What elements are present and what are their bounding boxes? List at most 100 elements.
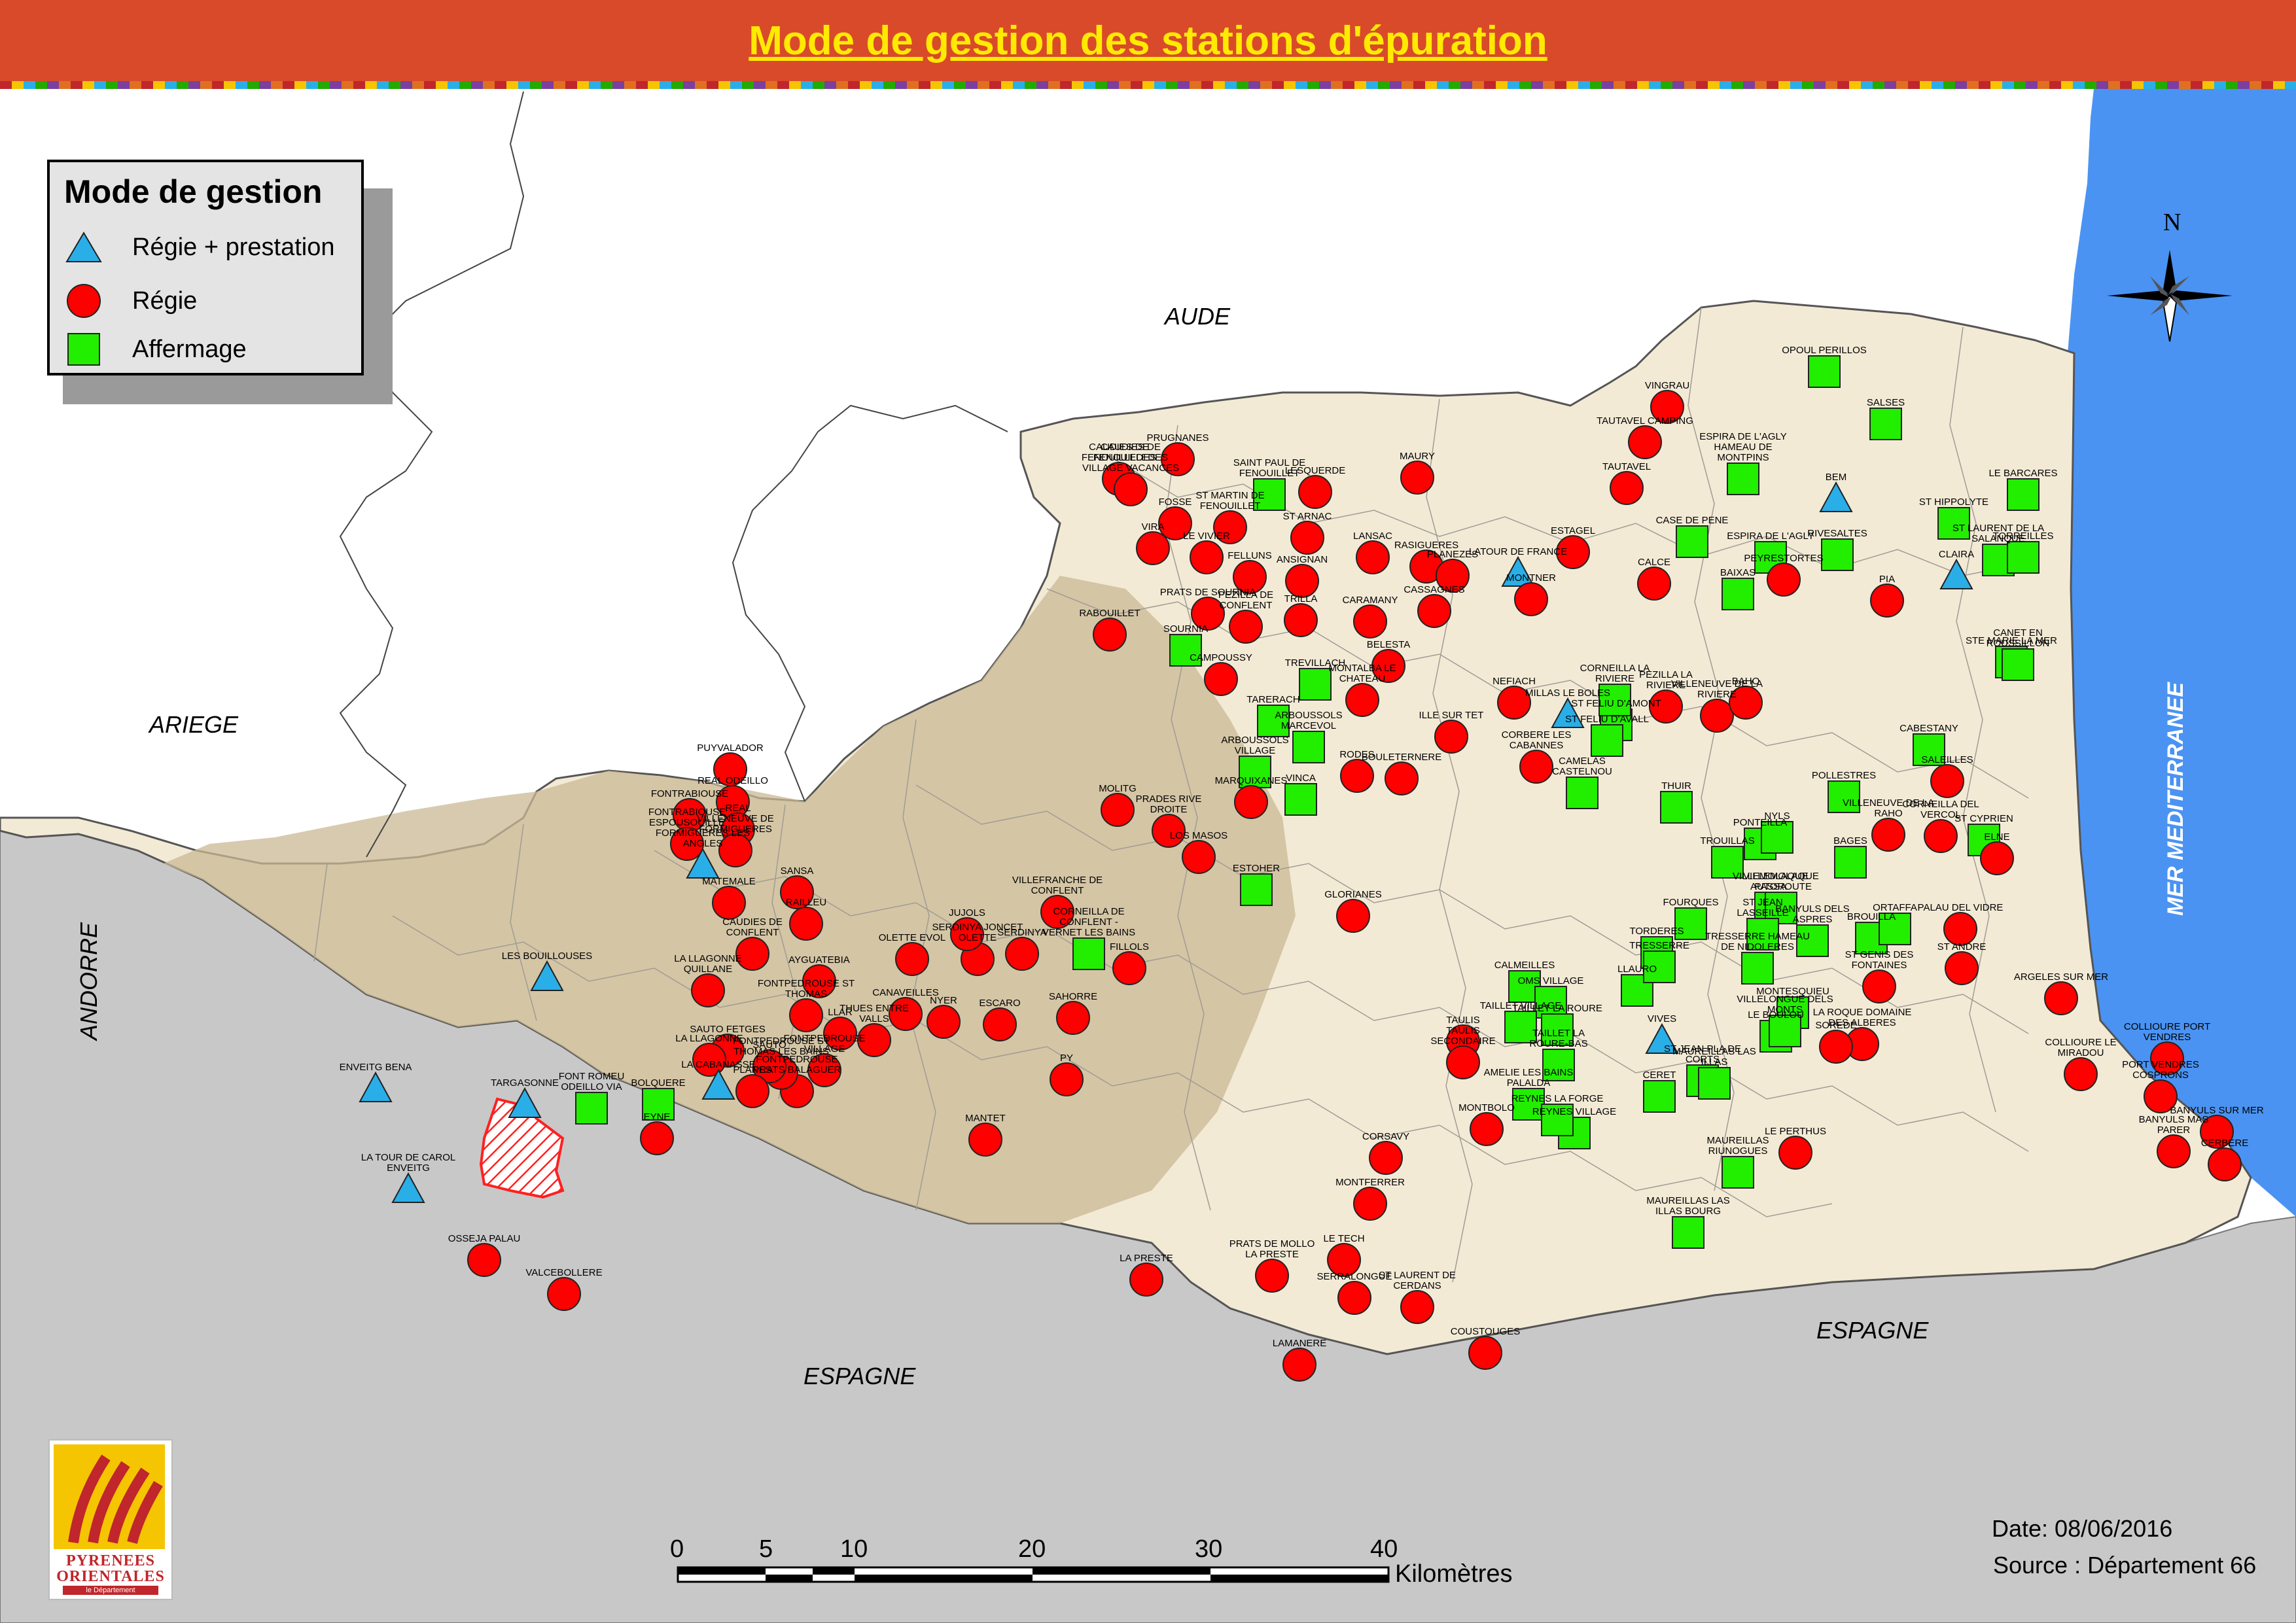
station-label-mantet: MANTET	[965, 1113, 1006, 1124]
station-marker-villeneuve-de-la-raho[interactable]	[1871, 818, 1905, 852]
station-marker-marquixanes[interactable]	[1234, 785, 1268, 819]
station-label-ille-sur-tet: ILLE SUR TET	[1419, 710, 1484, 721]
station-marker-cerbere[interactable]	[2208, 1147, 2242, 1181]
station-marker-st-andre[interactable]	[1945, 951, 1979, 985]
station-marker-elne[interactable]	[1980, 841, 2014, 875]
station-marker-montbolo[interactable]	[1470, 1112, 1504, 1146]
station-marker-saleilles[interactable]	[1930, 764, 1964, 798]
station-marker-case-de-pene[interactable]	[1676, 525, 1708, 558]
station-marker-la-llagonne-quillane[interactable]	[691, 973, 725, 1007]
station-marker-corbere-les-cabannes[interactable]	[1519, 750, 1553, 784]
station-marker-font-romeu-odeillo-via[interactable]	[575, 1092, 608, 1125]
station-marker-maureillas-las-illas-bourg[interactable]	[1672, 1216, 1704, 1249]
station-marker-los-masos[interactable]	[1182, 840, 1216, 874]
station-marker-py[interactable]	[1050, 1062, 1084, 1096]
station-marker-tautavel[interactable]	[1610, 471, 1644, 505]
station-marker-st-arnac[interactable]	[1290, 521, 1324, 555]
station-marker-maureillas-las-illas[interactable]	[1698, 1067, 1731, 1100]
station-label-fosse: FOSSE	[1159, 497, 1192, 508]
station-marker-trevillach[interactable]	[1299, 668, 1332, 701]
station-marker-palau-del-vidre[interactable]	[1943, 912, 1977, 946]
station-marker-villeneuve-de-la-riviere[interactable]	[1700, 699, 1734, 733]
station-marker-arboussols-marcevol[interactable]	[1292, 731, 1325, 763]
station-marker-montferrer[interactable]	[1353, 1187, 1387, 1221]
station-marker-ansignan[interactable]	[1285, 564, 1319, 598]
station-marker-rodes[interactable]	[1340, 759, 1374, 793]
station-marker-ille-sur-tet[interactable]	[1434, 720, 1468, 754]
station-marker-eyne[interactable]	[640, 1121, 674, 1155]
station-marker-campoussy[interactable]	[1204, 662, 1238, 696]
station-marker-opoul-perillos[interactable]	[1808, 355, 1841, 388]
station-marker-montalba-le-chateau[interactable]	[1345, 683, 1379, 717]
station-marker-matemale[interactable]	[712, 886, 746, 920]
station-marker-glorianes[interactable]	[1336, 899, 1370, 933]
station-marker-tresserre-hameau-de-nidoleres[interactable]	[1741, 952, 1774, 985]
station-marker-bouleternere[interactable]	[1385, 761, 1419, 795]
station-marker-baixas[interactable]	[1722, 578, 1754, 610]
station-marker-torreilles[interactable]	[2007, 541, 2040, 574]
station-marker-bages[interactable]	[1834, 846, 1867, 879]
station-marker-le-barcares[interactable]	[2007, 478, 2040, 511]
station-marker-st-feliu-d-avall[interactable]	[1591, 724, 1623, 757]
station-marker-salses[interactable]	[1869, 408, 1902, 440]
station-marker-corneilla-del-vercol[interactable]	[1924, 819, 1958, 853]
station-marker-le-vivier[interactable]	[1190, 540, 1224, 574]
station-marker-serdinya[interactable]	[1005, 937, 1039, 971]
station-marker-le-perthus[interactable]	[1778, 1136, 1812, 1170]
station-marker-peyrestortes[interactable]	[1767, 563, 1801, 597]
station-marker-estoher[interactable]	[1240, 873, 1273, 906]
station-marker-st-genis-des-fontaines[interactable]	[1862, 969, 1896, 1003]
station-marker-rivesaltes[interactable]	[1821, 538, 1854, 571]
station-marker-lamanere[interactable]	[1282, 1348, 1316, 1382]
station-marker-canet-en-roussillon[interactable]	[2002, 648, 2034, 681]
station-marker-pia[interactable]	[1870, 584, 1904, 618]
station-marker-lansac[interactable]	[1356, 540, 1390, 574]
station-marker-maureillas-riunogues[interactable]	[1722, 1156, 1754, 1189]
station-marker-mantet[interactable]	[968, 1123, 1002, 1157]
station-marker-serralongue[interactable]	[1337, 1281, 1371, 1315]
station-marker-trilla[interactable]	[1284, 603, 1318, 637]
station-marker-prats-de-mollo-la-preste[interactable]	[1255, 1259, 1289, 1293]
station-marker-vira[interactable]	[1136, 531, 1170, 565]
station-marker-valcebollere[interactable]	[547, 1277, 581, 1311]
station-label-tresserre: TRESSERRE	[1629, 940, 1689, 951]
station-marker-montner[interactable]	[1514, 582, 1548, 616]
station-marker-railleu[interactable]	[789, 907, 823, 941]
station-marker-olette-evol[interactable]	[895, 942, 929, 976]
station-marker-fillols[interactable]	[1112, 951, 1146, 985]
station-marker-villeneuve-de-formigueres[interactable]	[718, 833, 752, 867]
scale-tick-30: 30	[1195, 1535, 1222, 1563]
station-marker-thuir[interactable]	[1660, 791, 1693, 824]
station-marker-la-preste[interactable]	[1129, 1263, 1163, 1297]
station-marker-tautavel-camping[interactable]	[1628, 425, 1662, 459]
station-marker-maury[interactable]	[1400, 461, 1434, 495]
station-marker-argeles-sur-mer[interactable]	[2044, 981, 2078, 1015]
station-marker-st-laurent-de-cerdans[interactable]	[1400, 1290, 1434, 1324]
station-marker-escaro[interactable]	[983, 1007, 1017, 1041]
station-marker-nyer[interactable]	[927, 1005, 961, 1039]
station-marker-caramany[interactable]	[1353, 604, 1387, 638]
station-marker-taulis-secondaire[interactable]	[1446, 1045, 1480, 1079]
station-marker-ceret[interactable]	[1643, 1080, 1676, 1113]
station-marker-osseja-palau[interactable]	[467, 1243, 501, 1277]
station-label-trilla: TRILLA	[1284, 593, 1318, 604]
station-marker-lesquerde[interactable]	[1298, 475, 1332, 509]
station-marker-molitg[interactable]	[1101, 793, 1135, 827]
station-marker-caudies-de-fenouilledes-village-vacances[interactable]	[1114, 472, 1148, 506]
station-marker-sahorre[interactable]	[1056, 1001, 1090, 1035]
station-marker-collioure-le-miradou[interactable]	[2064, 1057, 2098, 1091]
station-marker-banyuls-mas-parer[interactable]	[2157, 1134, 2191, 1168]
station-marker-pezilla-de-conflent[interactable]	[1229, 610, 1263, 644]
station-marker-rabouillet[interactable]	[1093, 618, 1127, 652]
station-marker-camelas-castelnou[interactable]	[1566, 777, 1598, 809]
station-marker-corsavy[interactable]	[1369, 1141, 1403, 1175]
station-marker-calce[interactable]	[1637, 567, 1671, 601]
station-marker-coustouges[interactable]	[1468, 1336, 1502, 1370]
station-marker-planes[interactable]	[735, 1074, 769, 1108]
station-marker-cassagnes[interactable]	[1417, 594, 1451, 628]
station-marker-espira-de-l-agly-hameau-de-montpins[interactable]	[1727, 462, 1759, 495]
station-marker-vinca[interactable]	[1284, 783, 1317, 816]
station-marker-corneilla-de-conflent-vernet-les-bains[interactable]	[1072, 937, 1105, 970]
station-marker-sorede[interactable]	[1819, 1030, 1853, 1064]
station-marker-fontpedrouse-st-thomas[interactable]	[789, 998, 823, 1032]
